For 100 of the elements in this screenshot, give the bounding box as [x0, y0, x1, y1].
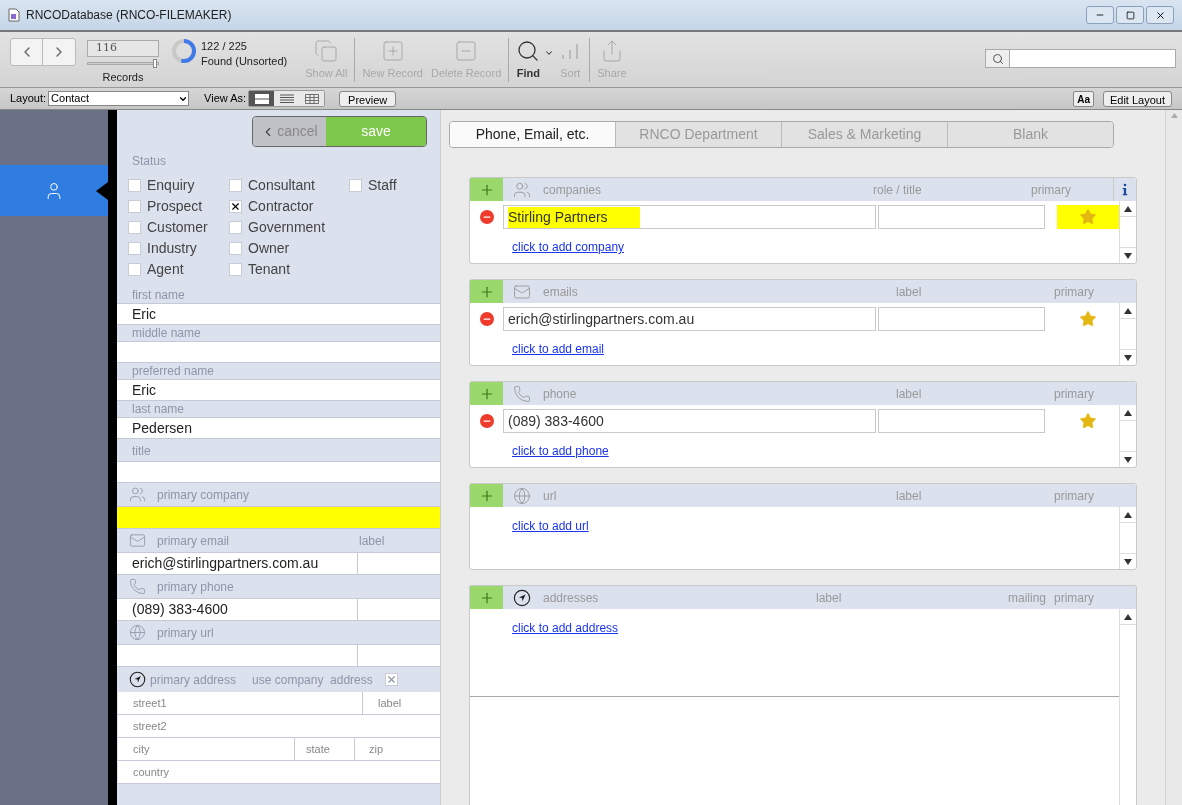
portal-title: phone: [543, 385, 578, 403]
scrollbar[interactable]: [1119, 609, 1136, 805]
quick-find-field[interactable]: [985, 49, 1176, 68]
field-label: primary address: [150, 671, 237, 689]
column-header: role / title: [872, 181, 923, 199]
address-field[interactable]: state: [294, 738, 354, 760]
text-field[interactable]: [117, 341, 440, 363]
people-icon: [513, 180, 531, 199]
checkbox-label: Owner: [248, 239, 290, 258]
checkbox[interactable]: [384, 673, 398, 686]
star-icon[interactable]: [1079, 208, 1097, 226]
record-slider-track[interactable]: [87, 62, 159, 65]
scrollbar[interactable]: [1119, 303, 1136, 365]
view-mode-button[interactable]: [299, 91, 325, 106]
remove-button[interactable]: [479, 414, 494, 428]
label-field[interactable]: [358, 645, 440, 666]
phone-icon: [129, 578, 146, 595]
sidebar-tab[interactable]: [0, 165, 108, 216]
column-header: primary: [1054, 589, 1095, 607]
address-field[interactable]: country: [118, 761, 440, 783]
add-link[interactable]: click to add company: [512, 240, 625, 254]
add-button[interactable]: [470, 484, 503, 507]
maximize-button[interactable]: [1116, 6, 1144, 24]
field-value: erich@stirlingpartners.com.au: [508, 309, 696, 329]
text-field[interactable]: [117, 461, 440, 483]
checkbox[interactable]: [128, 221, 141, 234]
add-button[interactable]: [470, 280, 503, 303]
scrollbar[interactable]: [1119, 405, 1136, 467]
star-icon[interactable]: [1079, 310, 1097, 328]
scrollbar[interactable]: [1119, 201, 1136, 263]
view-mode-button[interactable]: [249, 91, 275, 106]
checkbox[interactable]: [229, 179, 242, 192]
field-label: middle name: [131, 325, 202, 341]
label-field[interactable]: [358, 599, 440, 620]
checkbox[interactable]: [128, 179, 141, 192]
field-label: preferred name: [131, 363, 216, 379]
text-field[interactable]: Eric: [117, 379, 440, 401]
star-icon[interactable]: [1079, 412, 1097, 430]
text-field[interactable]: Pedersen: [117, 417, 440, 439]
text-field[interactable]: (089) 383-4600: [117, 599, 358, 620]
info-icon: [1122, 182, 1128, 197]
text-field[interactable]: erich@stirlingpartners.com.au: [117, 553, 358, 574]
label-field[interactable]: [878, 307, 1045, 331]
toolbar-button[interactable]: Find: [512, 32, 545, 84]
portal-title: emails: [543, 283, 579, 301]
label-field[interactable]: [878, 409, 1045, 433]
text-field[interactable]: [117, 645, 358, 666]
remove-button[interactable]: [479, 312, 494, 326]
value-field[interactable]: Stirling Partners: [503, 205, 876, 229]
checkbox[interactable]: [128, 263, 141, 276]
layout-dropdown[interactable]: Contact: [48, 91, 190, 106]
portal-title: url: [543, 487, 558, 505]
minimize-button[interactable]: [1086, 6, 1114, 24]
label-field[interactable]: [878, 205, 1045, 229]
column-header: label: [895, 385, 923, 403]
people-icon: [129, 486, 146, 503]
add-link[interactable]: click to add email: [512, 342, 605, 356]
list-view-icon: [279, 93, 294, 104]
view-as-label: View As:: [204, 91, 247, 107]
view-mode-button[interactable]: [274, 91, 300, 106]
checkbox[interactable]: [128, 200, 141, 213]
remove-button[interactable]: [479, 210, 494, 224]
field-value: (089) 383-4600: [508, 411, 605, 431]
checkbox[interactable]: [229, 221, 242, 234]
slider-thumb[interactable]: [152, 59, 157, 68]
checkbox[interactable]: [349, 179, 362, 192]
scrollbar[interactable]: [1119, 507, 1136, 569]
search-icon[interactable]: [991, 52, 1004, 65]
column-header: label: [895, 283, 923, 301]
add-link[interactable]: click to add phone: [512, 444, 609, 458]
address-field[interactable]: city: [118, 738, 294, 760]
checkbox[interactable]: [229, 263, 242, 276]
checkbox[interactable]: [128, 242, 141, 255]
document-icon: [8, 8, 20, 22]
checkbox-label: Prospect: [147, 197, 203, 216]
add-link[interactable]: click to add url: [512, 519, 589, 533]
text-field[interactable]: Eric: [117, 303, 440, 325]
checkbox-label: Government: [248, 218, 326, 237]
portal-title: companies: [543, 181, 603, 199]
checkbox[interactable]: [229, 242, 242, 255]
add-button[interactable]: [470, 382, 503, 405]
preview-button[interactable]: Preview: [339, 90, 397, 107]
add-button[interactable]: [470, 586, 503, 609]
add-button[interactable]: [470, 178, 503, 201]
label-field[interactable]: [358, 553, 440, 574]
add-link[interactable]: click to add address: [512, 621, 619, 635]
value-field[interactable]: (089) 383-4600: [503, 409, 876, 433]
tab[interactable]: Phone, Email, etc.: [450, 122, 615, 147]
close-button[interactable]: [1146, 6, 1174, 24]
edit-layout-button[interactable]: Edit Layout: [1102, 90, 1172, 107]
value-field[interactable]: erich@stirlingpartners.com.au: [503, 307, 876, 331]
use-company-address-label: use company address: [252, 671, 373, 689]
text-field[interactable]: [117, 506, 440, 529]
close-icon: [1154, 9, 1166, 21]
dropdown-caret-icon[interactable]: [544, 48, 555, 58]
address-field[interactable]: street2: [118, 715, 440, 737]
record-number-field[interactable]: 116: [87, 40, 159, 57]
address-field[interactable]: street1: [118, 692, 362, 714]
format-button[interactable]: Aa: [1073, 90, 1094, 107]
checkbox[interactable]: [229, 200, 242, 213]
